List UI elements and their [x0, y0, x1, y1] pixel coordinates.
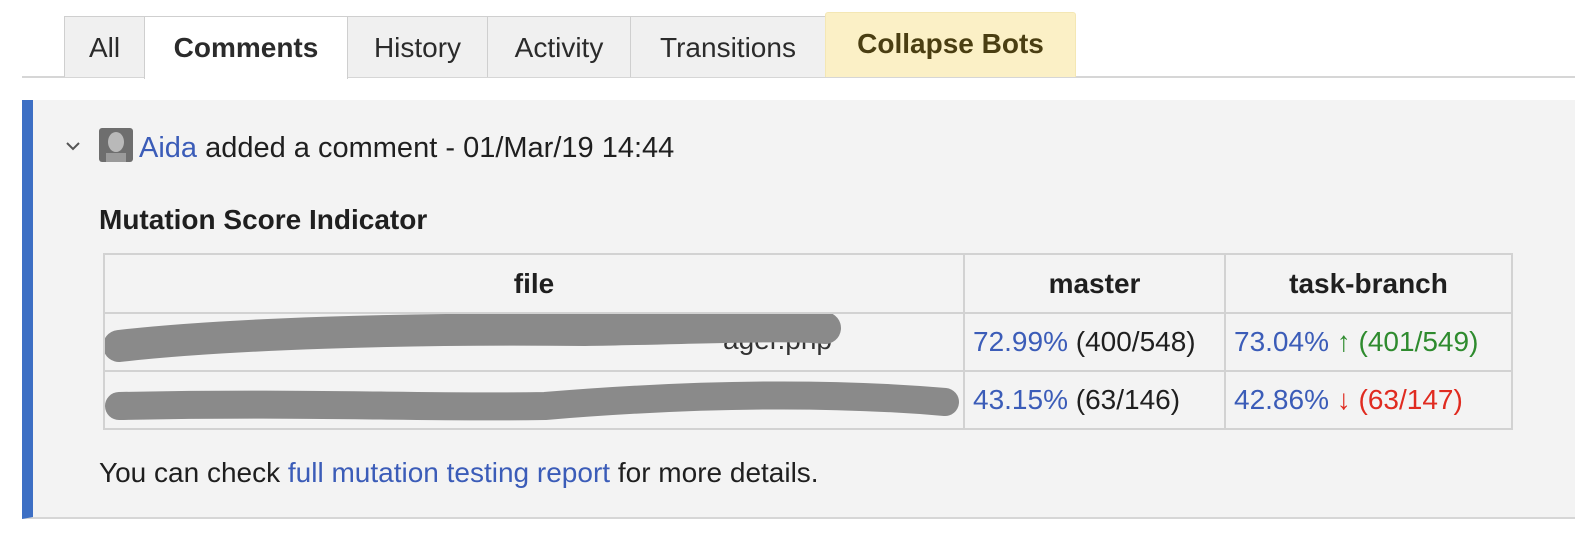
branch-cell: 73.04% ↑ (401/549) — [1224, 312, 1513, 372]
comment-timestamp[interactable]: 01/Mar/19 14:44 — [463, 132, 674, 164]
table-header-row: file master task-branch — [103, 253, 1513, 314]
activity-tabs: All Comments History Activity Transition… — [22, 10, 1575, 79]
header-task-branch: task-branch — [1224, 253, 1513, 314]
branch-counts: (401/549) — [1358, 326, 1479, 357]
avatar[interactable] — [99, 128, 133, 162]
branch-counts: (63/147) — [1358, 384, 1463, 415]
tab-history[interactable]: History — [347, 16, 488, 77]
footer-prefix: You can check — [99, 457, 281, 488]
master-counts: (63/146) — [1075, 384, 1181, 415]
table-row: _ ager.php 72.99% (400/548) 73.04% ↑ (40… — [103, 312, 1513, 372]
collapse-bots-button[interactable]: Collapse Bots — [825, 12, 1076, 77]
master-percent: 72.99% — [973, 326, 1068, 357]
comment-action: added a comment — [205, 132, 438, 164]
arrow-down-icon: ↓ — [1336, 384, 1351, 415]
tab-transitions[interactable]: Transitions — [630, 16, 826, 77]
tab-all[interactable]: All — [64, 16, 145, 77]
branch-percent: 73.04% — [1234, 326, 1329, 357]
comment-header: Aida added a comment - 01/Mar/19 14:44 — [139, 130, 674, 166]
master-counts: (400/548) — [1075, 326, 1196, 357]
file-cell-redacted: _ — [103, 370, 965, 430]
arrow-up-icon: ↑ — [1336, 326, 1351, 357]
master-percent: 43.15% — [973, 384, 1068, 415]
master-cell: 72.99% (400/548) — [963, 312, 1226, 372]
comment-heading: Mutation Score Indicator — [99, 204, 428, 235]
branch-cell: 42.86% ↓ (63/147) — [1224, 370, 1513, 430]
master-cell: 43.15% (63/146) — [963, 370, 1226, 430]
table-row: _ 43.15% (63/146) 42.86% ↓ (63/147) — [103, 370, 1513, 430]
header-master: master — [963, 253, 1226, 314]
avatar-image — [99, 128, 133, 162]
branch-percent: 42.86% — [1234, 384, 1329, 415]
footer-suffix: for more details. — [617, 457, 819, 488]
redaction-scribble — [106, 315, 841, 362]
redaction-scribble — [106, 381, 959, 421]
author-link[interactable]: Aida — [139, 132, 197, 164]
mutation-score-table: file master task-branch _ ager.php 72.99… — [103, 253, 1513, 430]
header-file: file — [103, 253, 965, 314]
tab-activity[interactable]: Activity — [487, 16, 631, 77]
chevron-down-icon[interactable] — [63, 136, 83, 156]
comment-footer: You can check full mutation testing repo… — [99, 456, 819, 490]
comment-panel: Aida added a comment - 01/Mar/19 14:44 M… — [22, 100, 1575, 519]
report-link[interactable]: full mutation testing report — [288, 457, 610, 488]
tab-comments[interactable]: Comments — [144, 16, 348, 79]
file-cell-redacted: _ ager.php — [103, 312, 965, 372]
comment-separator: - — [445, 132, 455, 164]
